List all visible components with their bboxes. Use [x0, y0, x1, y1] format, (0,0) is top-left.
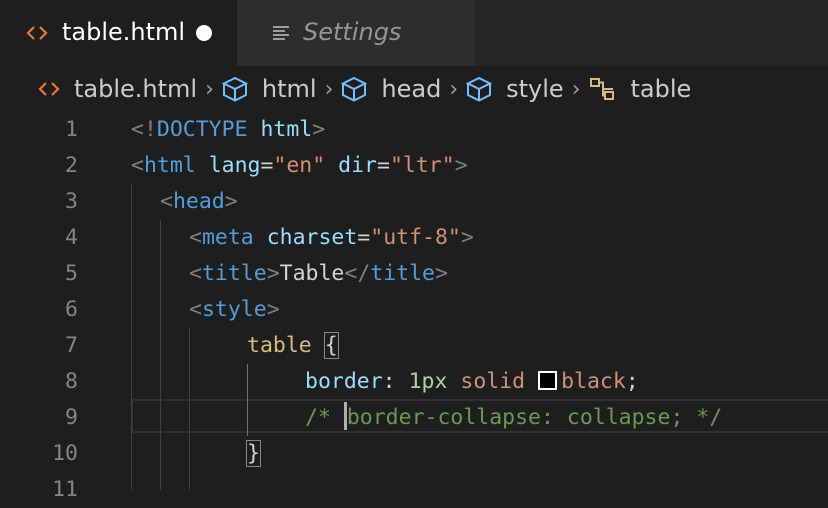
matching-brace: { [323, 332, 339, 359]
code-token: lang [208, 153, 261, 178]
breadcrumb-label: table [630, 75, 692, 103]
line-number: 6 [65, 297, 78, 322]
tab-settings[interactable]: Settings [237, 0, 475, 66]
code-token: </ [344, 261, 371, 286]
code-line: <style> [189, 292, 280, 328]
chevron-right-icon: › [205, 76, 214, 102]
settings-list-icon [273, 26, 289, 40]
code-token: > [224, 189, 238, 214]
css-selector-icon [589, 78, 614, 100]
code-token: border [305, 369, 383, 394]
code-token: "en" [273, 153, 326, 178]
code-token: Table [279, 261, 345, 286]
line-number: 1 [65, 117, 78, 142]
code-token: > [266, 297, 280, 322]
line-number: 2 [65, 153, 78, 178]
breadcrumb-label: table.html [74, 75, 198, 103]
code-token: style [201, 297, 267, 322]
line-number: 7 [65, 333, 78, 358]
code-token: > [435, 261, 448, 286]
code-line: } [246, 436, 261, 472]
code-token: = [260, 153, 274, 178]
html-code-icon [26, 26, 48, 40]
code-line: <meta charset="utf-8"> [189, 220, 474, 256]
breadcrumb: table.html › html › head › style › table [0, 66, 828, 112]
code-token: < [131, 153, 144, 178]
chevron-right-icon: › [449, 76, 459, 102]
tab-label: table.html [62, 18, 186, 46]
code-token: html [260, 117, 313, 142]
code-token: dir [338, 153, 377, 178]
code-token: meta [201, 225, 254, 250]
breadcrumb-item-html[interactable]: html [221, 75, 317, 103]
cube-icon [341, 76, 368, 102]
code-line: <head> [160, 184, 238, 220]
unsaved-indicator[interactable] [196, 25, 212, 41]
code-token: charset [266, 225, 358, 250]
line-number: 11 [52, 477, 78, 502]
indent-guide [160, 220, 161, 490]
code-token: < [189, 225, 202, 250]
code-token: = [357, 225, 371, 250]
code-token: table [247, 333, 312, 358]
code-line: <title>Table</title> [189, 256, 448, 292]
code-token: < [189, 261, 202, 286]
text-cursor [343, 402, 347, 430]
breadcrumb-label: head [381, 75, 442, 103]
tab-table-html[interactable]: table.html [0, 0, 237, 66]
code-token: <! [131, 117, 157, 142]
tab-bar: table.html Settings [0, 0, 828, 66]
code-line: border: 1px solid black; [305, 364, 639, 400]
code-token: : [382, 369, 396, 394]
code-token: black [561, 369, 626, 394]
html-code-icon [38, 82, 60, 96]
breadcrumb-label: html [261, 75, 317, 103]
code-token: /* [305, 405, 331, 430]
code-line: <!DOCTYPE html> [131, 112, 325, 148]
line-number: 10 [52, 441, 78, 466]
breadcrumb-item-style[interactable]: style [466, 75, 564, 103]
code-token: > [266, 261, 280, 286]
breadcrumb-label: style [506, 75, 564, 103]
code-token: 1px [408, 369, 448, 394]
code-line: <html lang="en" dir="ltr"> [131, 148, 468, 184]
code-token: = [377, 153, 390, 178]
line-number: 4 [65, 225, 78, 250]
code-token: DOCTYPE [156, 117, 248, 142]
code-editor[interactable]: 1 2 3 4 5 6 7 8 9 10 11 <!DOCTYPE html> … [0, 112, 828, 502]
code-token: "ltr" [389, 153, 455, 178]
code-token: solid [460, 369, 526, 394]
breadcrumb-item-table[interactable]: table [589, 75, 692, 103]
indent-guide [189, 328, 190, 490]
code-token: "utf-8" [370, 225, 461, 250]
code-token: border-collapse: collapse; */ [346, 405, 723, 430]
code-token: title [370, 261, 435, 286]
breadcrumb-item-head[interactable]: head [341, 75, 441, 103]
indent-guide [131, 184, 132, 490]
code-line: table { [247, 328, 339, 364]
line-number: 9 [65, 405, 78, 430]
code-token: < [160, 189, 173, 214]
code-token: > [454, 153, 468, 178]
chevron-right-icon: › [571, 76, 581, 102]
line-number: 5 [65, 261, 78, 286]
cube-icon [221, 76, 248, 102]
color-swatch[interactable] [538, 370, 558, 390]
chevron-right-icon: › [324, 76, 334, 102]
tab-label: Settings [303, 18, 402, 46]
line-number: 8 [65, 369, 78, 394]
indent-guide-active [247, 364, 248, 436]
code-token: head [172, 189, 225, 214]
cube-icon [466, 76, 493, 102]
code-token: title [201, 261, 267, 286]
code-token: > [312, 117, 326, 142]
breadcrumb-item-file[interactable]: table.html [38, 75, 197, 103]
code-token: > [460, 225, 474, 250]
code-token: html [143, 153, 196, 178]
line-number: 3 [65, 189, 78, 214]
code-token: < [189, 297, 202, 322]
matching-brace: } [246, 440, 261, 467]
code-line: /* border-collapse: collapse; */ [305, 400, 722, 436]
code-token: ; [625, 369, 639, 394]
